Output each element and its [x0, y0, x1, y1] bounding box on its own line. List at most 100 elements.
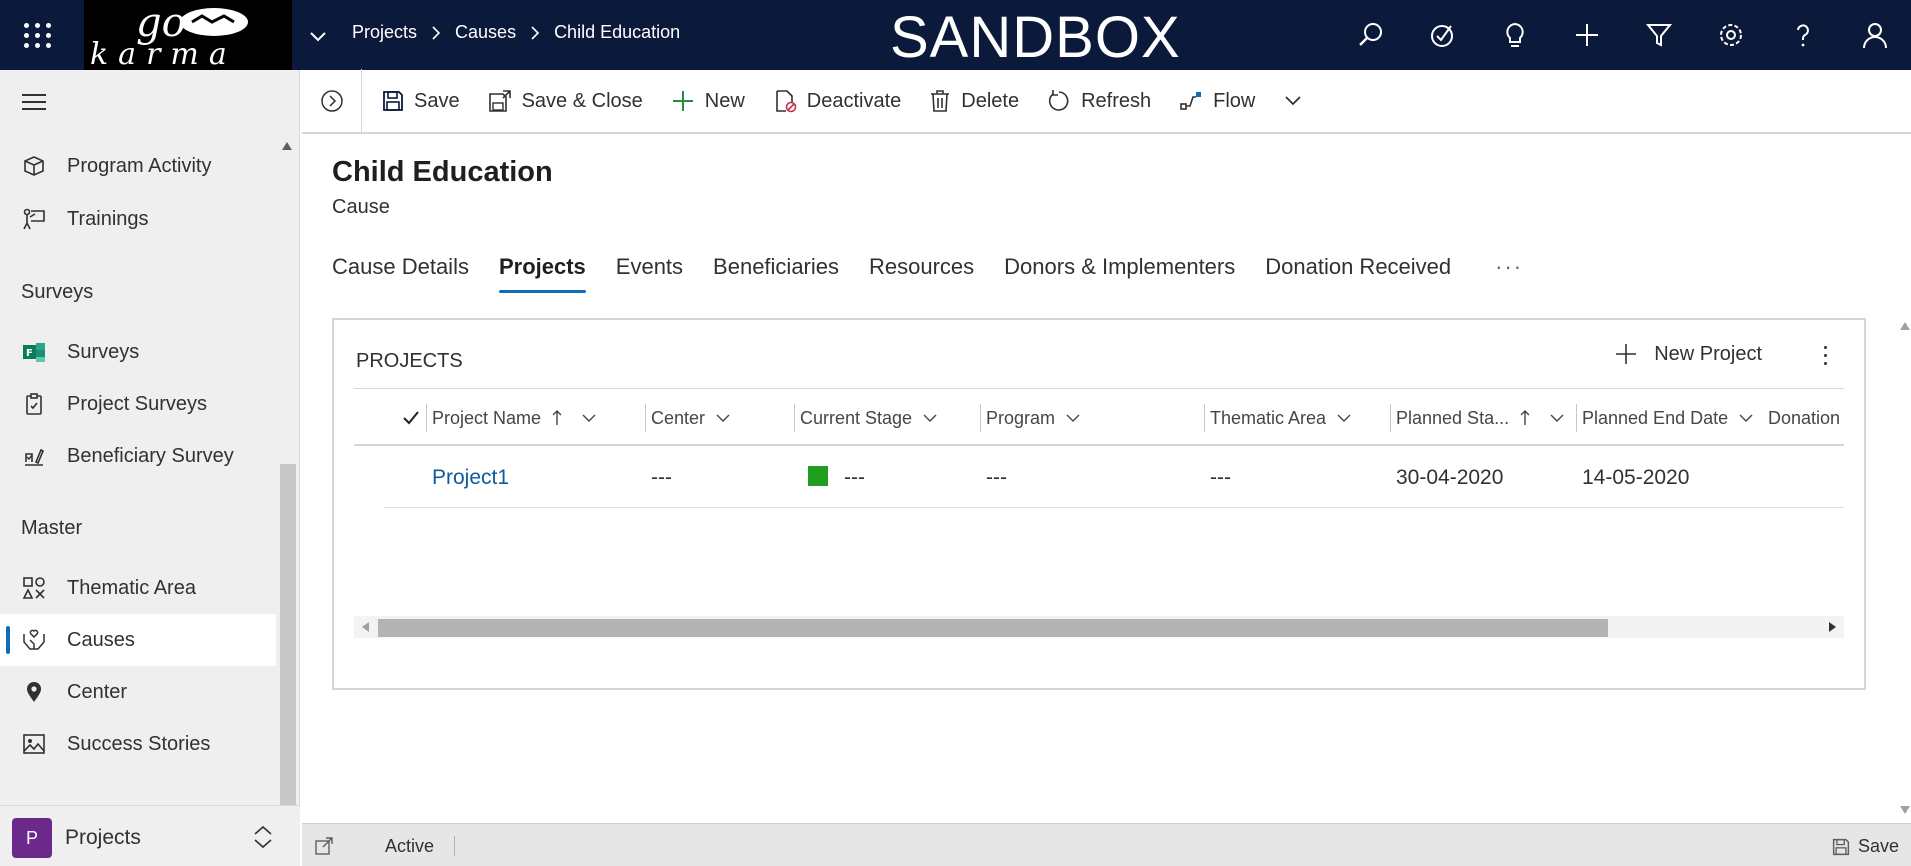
status-save-button[interactable]: Save — [1832, 836, 1899, 857]
deactivate-label: Deactivate — [806, 89, 902, 112]
sidebar-item-causes[interactable]: Causes — [0, 614, 276, 666]
save-and-close-button[interactable]: Save & Close — [474, 69, 657, 133]
tab-beneficiaries[interactable]: Beneficiaries — [713, 254, 839, 290]
save-close-label: Save & Close — [521, 89, 643, 112]
scroll-right-arrow[interactable] — [1829, 622, 1836, 632]
column-header-thematic-area[interactable]: Thematic Area — [1204, 390, 1352, 446]
scrollbar-thumb[interactable] — [378, 619, 1608, 637]
column-header-planned-start[interactable]: Planned Sta... — [1390, 390, 1565, 446]
svg-text:karma: karma — [90, 37, 237, 70]
select-all-checkbox[interactable] — [392, 390, 420, 446]
tab-more-button[interactable]: ··· — [1495, 254, 1523, 290]
save-icon — [383, 91, 403, 111]
sort-ascending-icon — [552, 410, 562, 425]
help-icon[interactable] — [1767, 0, 1839, 70]
scroll-up-arrow[interactable] — [282, 142, 292, 150]
column-label: Program — [986, 407, 1056, 428]
cell-thematic-area: --- — [1210, 466, 1231, 489]
save-close-icon — [488, 90, 511, 112]
horizontal-scrollbar[interactable] — [354, 616, 1844, 638]
chevron-up-down-icon — [254, 825, 272, 849]
sidebar-item-label: Surveys — [67, 340, 140, 363]
scroll-down-arrow[interactable] — [1900, 806, 1910, 814]
column-header-center[interactable]: Center — [645, 390, 731, 446]
chevron-down-icon[interactable] — [308, 26, 328, 46]
sidebar-item-success-stories[interactable]: Success Stories — [0, 718, 276, 770]
more-options-icon[interactable] — [1824, 346, 1828, 370]
lightbulb-icon[interactable] — [1479, 0, 1551, 70]
task-icon[interactable] — [1407, 0, 1479, 70]
grid-header: Project Name Center Current Stage Progra… — [354, 390, 1844, 446]
chevron-down-icon — [716, 414, 730, 422]
column-header-planned-end-date[interactable]: Planned End Date — [1576, 390, 1754, 446]
delete-button[interactable]: Delete — [915, 69, 1033, 133]
breadcrumb-causes[interactable]: Causes — [455, 22, 516, 43]
tab-donors-implementers[interactable]: Donors & Implementers — [1004, 254, 1235, 290]
sidebar-item-label: Project Surveys — [67, 392, 208, 415]
column-header-program[interactable]: Program — [980, 390, 1081, 446]
hands-heart-icon — [23, 629, 45, 650]
settings-icon[interactable] — [1695, 0, 1767, 70]
svg-text:F: F — [26, 348, 33, 359]
sidebar-item-label: Program Activity — [67, 154, 212, 177]
new-button[interactable]: New — [657, 69, 759, 133]
column-label: Current Stage — [800, 407, 913, 428]
table-row[interactable]: Project1 --- --- --- --- 30-04-2020 14-0… — [384, 448, 1844, 508]
chevron-right-circle-icon — [320, 90, 343, 112]
cell-program: --- — [986, 466, 1007, 489]
sidebar-item-thematic-area[interactable]: Thematic Area — [0, 562, 276, 614]
flow-button[interactable]: Flow — [1165, 69, 1269, 133]
command-bar: Save Save & Close New Deactivate Delete … — [302, 69, 1911, 134]
filter-icon[interactable] — [1623, 0, 1695, 70]
cell-center: --- — [651, 466, 672, 489]
project-name-link[interactable]: Project1 — [432, 466, 509, 490]
plus-icon[interactable] — [1551, 0, 1623, 70]
sidebar-item-beneficiary-survey[interactable]: Beneficiary Survey — [0, 430, 276, 482]
new-project-button[interactable]: New Project — [1614, 342, 1762, 366]
status-bar: Active Save — [302, 823, 1911, 866]
scroll-left-arrow[interactable] — [362, 622, 369, 632]
column-header-current-stage[interactable]: Current Stage — [794, 390, 938, 446]
cell-planned-start: 30-04-2020 — [1396, 466, 1504, 489]
sidebar-item-label: Beneficiary Survey — [67, 444, 234, 467]
sidebar-item-surveys[interactable]: F Surveys — [0, 326, 276, 378]
sidebar-item-program-activity[interactable]: Program Activity — [0, 140, 276, 192]
app-launcher-icon[interactable] — [18, 17, 54, 53]
area-switcher[interactable]: P Projects — [0, 805, 300, 866]
refresh-button[interactable]: Refresh — [1033, 69, 1165, 133]
shapes-icon — [22, 577, 45, 599]
user-icon[interactable] — [1839, 0, 1911, 70]
column-header-donation[interactable]: Donation — [1768, 390, 1844, 446]
tab-events[interactable]: Events — [616, 254, 683, 290]
new-project-label: New Project — [1654, 342, 1762, 365]
column-header-project-name[interactable]: Project Name — [426, 390, 597, 446]
search-icon[interactable] — [1335, 0, 1407, 70]
chevron-right-icon — [432, 25, 441, 40]
menu-icon[interactable] — [22, 94, 46, 115]
breadcrumb-projects[interactable]: Projects — [352, 22, 417, 43]
sidebar-item-trainings[interactable]: Trainings — [0, 193, 276, 245]
checkmark-icon — [403, 411, 419, 425]
scroll-up-arrow[interactable] — [1900, 322, 1910, 330]
sidebar-item-center[interactable]: Center — [0, 666, 276, 718]
subgrid-title: PROJECTS — [356, 350, 463, 372]
sidebar-scrollbar-thumb[interactable] — [280, 464, 296, 846]
save-label: Save — [414, 89, 460, 112]
section-heading-surveys: Surveys — [21, 281, 94, 303]
tab-cause-details[interactable]: Cause Details — [332, 254, 469, 290]
sidebar-item-project-surveys[interactable]: Project Surveys — [0, 378, 276, 430]
tab-resources[interactable]: Resources — [869, 254, 974, 290]
tab-projects[interactable]: Projects — [498, 254, 586, 293]
deactivate-button[interactable]: Deactivate — [759, 69, 916, 133]
sort-ascending-icon — [1520, 410, 1530, 425]
environment-label: SANDBOX — [890, 5, 1181, 70]
more-commands-button[interactable] — [1269, 69, 1327, 133]
save-button[interactable]: Save — [368, 69, 474, 133]
record-entity-name: Cause — [332, 196, 390, 218]
open-in-new-window-icon[interactable] — [314, 836, 334, 856]
section-heading-master: Master — [21, 517, 83, 539]
expand-button[interactable] — [302, 69, 362, 133]
record-form: Child Education Cause Cause Details Proj… — [302, 136, 1911, 822]
tab-donation-received[interactable]: Donation Received — [1265, 254, 1451, 290]
app-logo[interactable]: go karma — [84, 0, 292, 70]
